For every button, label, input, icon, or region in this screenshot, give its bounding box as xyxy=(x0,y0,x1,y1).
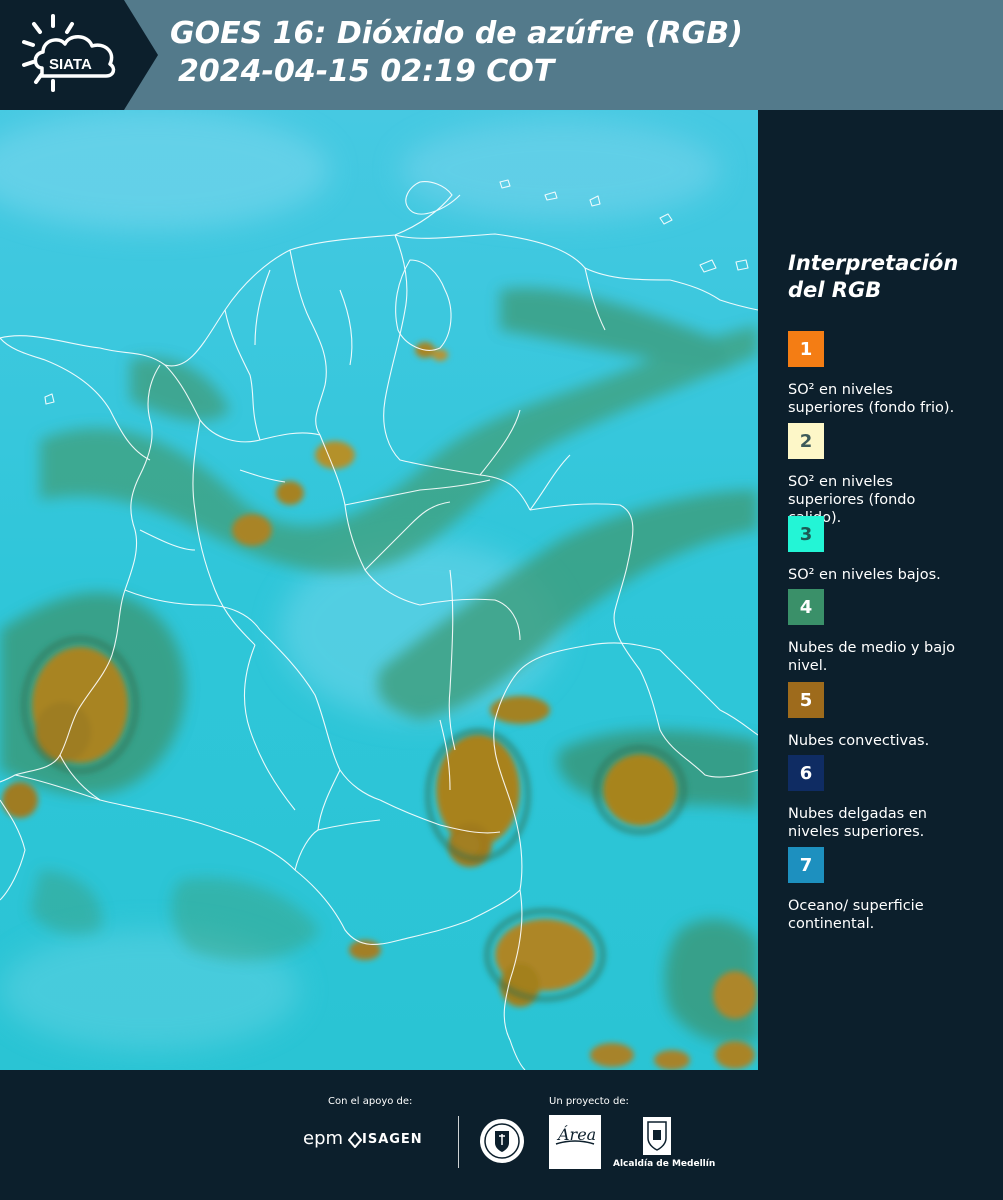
legend-swatch-5: 5 xyxy=(788,682,824,718)
page-timestamp: 2024-04-15 02:19 COT xyxy=(178,54,555,89)
isagen-logo[interactable]: ISAGEN xyxy=(362,1132,423,1147)
medellin-seal-icon[interactable] xyxy=(478,1117,526,1165)
legend-title: Interpretación del RGB xyxy=(788,251,959,302)
legend-item-6: 6 Nubes delgadas en niveles superiores. xyxy=(788,755,993,841)
legend-item-1: 1 SO² en niveles superiores (fondo frio)… xyxy=(788,331,993,417)
epm-logo[interactable]: epm xyxy=(303,1128,343,1149)
siata-logo[interactable]: SIATA xyxy=(12,10,132,100)
isagen-mark-icon xyxy=(348,1132,362,1148)
legend-item-3: 3 SO² en niveles bajos. xyxy=(788,516,993,584)
legend-item-4: 4 Nubes de medio y bajo nivel. xyxy=(788,589,993,675)
footer: Con el apoyo de: Un proyecto de: epm ISA… xyxy=(0,1070,1003,1200)
legend-label-6: Nubes delgadas en niveles superiores. xyxy=(788,806,927,840)
page-title: GOES 16: Dióxido de azúfre (RGB) xyxy=(170,16,743,51)
header: SIATA GOES 16: Dióxido de azúfre (RGB) 2… xyxy=(0,0,1003,110)
legend-number-1: 1 xyxy=(799,338,813,360)
legend-swatch-7: 7 xyxy=(788,847,824,883)
area-metropolitana-logo[interactable]: Área xyxy=(548,1114,602,1170)
legend-number-6: 6 xyxy=(799,762,813,784)
logo-text: SIATA xyxy=(49,56,92,73)
legend: Interpretación del RGB 1 SO² en niveles … xyxy=(788,250,993,932)
footer-divider xyxy=(458,1116,459,1168)
satellite-image xyxy=(0,110,758,1070)
legend-item-7: 7 Oceano/ superficie continental. xyxy=(788,847,993,933)
satellite-map[interactable] xyxy=(0,110,758,1070)
legend-label-1: SO² en niveles superiores (fondo frio). xyxy=(788,382,955,416)
alcaldia-text: Alcaldía de Medellín xyxy=(613,1159,716,1169)
legend-number-7: 7 xyxy=(799,854,813,876)
legend-label-7: Oceano/ superficie continental. xyxy=(788,898,924,932)
legend-swatch-3: 3 xyxy=(788,516,824,552)
support-label: Con el apoyo de: xyxy=(328,1096,413,1107)
legend-item-2: 2 SO² en niveles superiores (fondo calid… xyxy=(788,423,993,527)
legend-number-5: 5 xyxy=(799,689,813,711)
legend-number-2: 2 xyxy=(799,430,813,452)
legend-label-5: Nubes convectivas. xyxy=(788,733,930,749)
legend-number-4: 4 xyxy=(799,596,813,618)
sun-icon xyxy=(22,14,74,92)
project-label: Un proyecto de: xyxy=(549,1096,629,1107)
legend-swatch-1: 1 xyxy=(788,331,824,367)
legend-label-4: Nubes de medio y bajo nivel. xyxy=(788,640,955,674)
legend-swatch-2: 2 xyxy=(788,423,824,459)
legend-number-3: 3 xyxy=(799,523,813,545)
legend-swatch-6: 6 xyxy=(788,755,824,791)
legend-label-3: SO² en niveles bajos. xyxy=(788,567,941,583)
legend-item-5: 5 Nubes convectivas. xyxy=(788,682,993,750)
legend-swatch-4: 4 xyxy=(788,589,824,625)
alcaldia-shield-icon[interactable] xyxy=(642,1116,672,1156)
